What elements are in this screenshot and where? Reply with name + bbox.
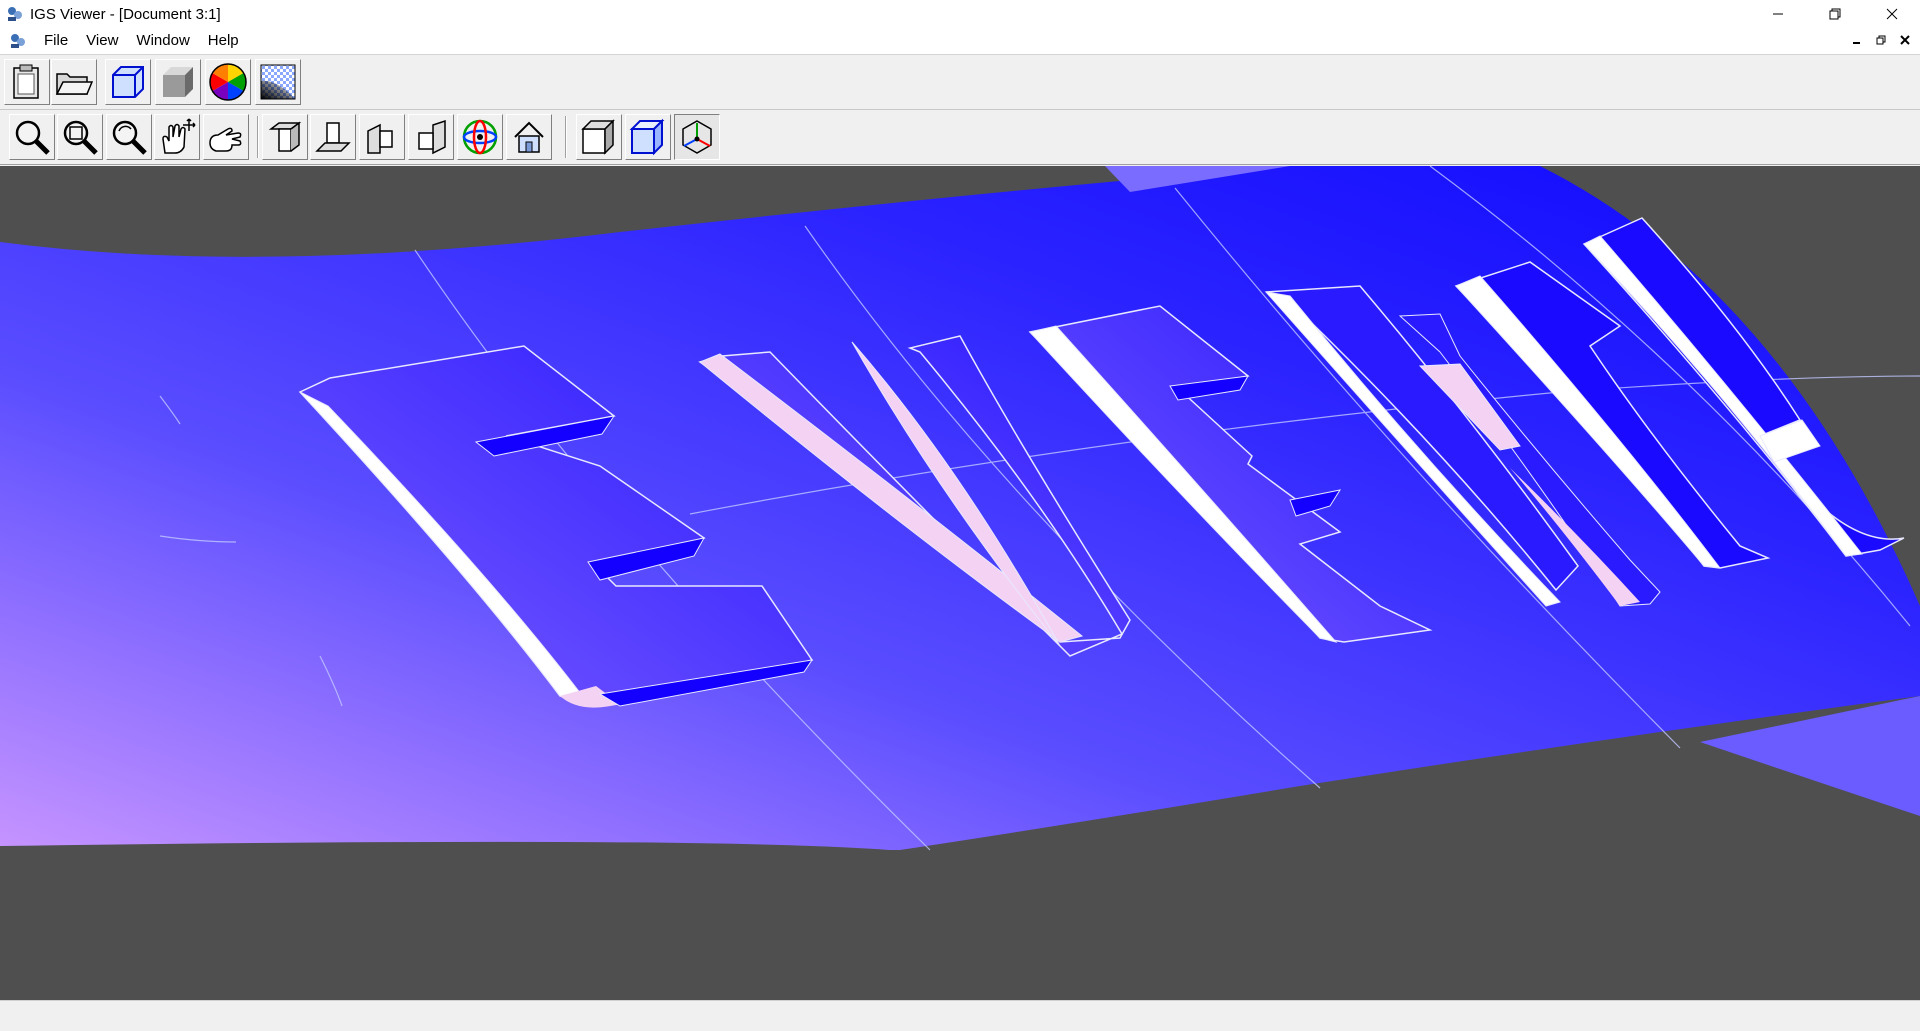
view-right-button[interactable] [408, 114, 454, 160]
view-side-icon [367, 123, 393, 154]
view-toolbar [0, 110, 1920, 165]
shaded-box-icon [163, 67, 193, 97]
open-button[interactable] [51, 59, 97, 105]
home-button[interactable] [506, 114, 552, 160]
view-top-button[interactable] [262, 114, 308, 160]
solid-mode-icon [581, 119, 615, 155]
orbit-icon [462, 119, 498, 155]
pan-icon [162, 118, 196, 154]
menu-file[interactable]: File [35, 28, 77, 54]
window-controls [1749, 0, 1920, 28]
close-icon [1900, 35, 1910, 45]
menu-window[interactable]: Window [127, 28, 198, 54]
document-icon[interactable] [9, 32, 27, 50]
view-front-button[interactable] [310, 114, 356, 160]
texture-button[interactable] [255, 59, 301, 105]
rotate-hand-icon [209, 127, 242, 152]
doc-close-button[interactable] [1896, 32, 1914, 48]
axes-mode-button[interactable] [674, 114, 720, 160]
doc-minimize-button[interactable] [1848, 32, 1866, 48]
wireframe-box-icon [112, 66, 144, 98]
model-render[interactable] [0, 166, 1920, 1000]
axes-mode-icon [682, 120, 712, 154]
zoom-dynamic-button[interactable] [106, 114, 152, 160]
minimize-icon [1772, 13, 1783, 15]
wire-mode-icon [629, 118, 665, 156]
main-toolbar [0, 55, 1920, 110]
restore-button[interactable] [1806, 0, 1863, 28]
restore-icon [1829, 8, 1840, 20]
view-right-icon [418, 119, 446, 155]
view-front-icon [315, 122, 351, 152]
shaded-button[interactable] [155, 59, 201, 105]
color-wheel-icon [209, 63, 247, 101]
clipboard-icon [13, 64, 39, 99]
orbit-button[interactable] [457, 114, 503, 160]
view-top-icon [268, 121, 302, 152]
document-window-controls [1848, 32, 1914, 48]
paste-button[interactable] [4, 59, 50, 105]
minimize-icon [1853, 42, 1860, 44]
menu-view[interactable]: View [77, 28, 127, 54]
zoom-dynamic-icon [112, 120, 147, 155]
close-button[interactable] [1863, 0, 1920, 28]
menu-bar: File View Window Help [0, 28, 1920, 55]
3d-viewport[interactable] [0, 166, 1920, 1000]
zoom-window-icon [63, 120, 98, 155]
status-bar [0, 1000, 1920, 1031]
solid-mode-button[interactable] [576, 114, 622, 160]
zoom-icon [15, 120, 50, 155]
toolbar-separator [257, 116, 259, 158]
wireframe-button[interactable] [105, 59, 151, 105]
minimize-button[interactable] [1749, 0, 1806, 28]
doc-restore-button[interactable] [1872, 32, 1890, 48]
color-button[interactable] [205, 59, 251, 105]
title-bar: IGS Viewer - [Document 3:1] [0, 0, 1920, 28]
zoom-window-button[interactable] [57, 114, 103, 160]
zoom-button[interactable] [9, 114, 55, 160]
view-side-button[interactable] [359, 114, 405, 160]
wire-mode-button[interactable] [625, 114, 671, 160]
close-icon [1886, 8, 1897, 20]
restore-icon [1876, 35, 1886, 45]
texture-icon [260, 64, 296, 100]
open-folder-icon [55, 73, 93, 95]
home-icon [514, 121, 544, 153]
rotate-button[interactable] [203, 114, 249, 160]
app-icon [8, 7, 22, 21]
window-title: IGS Viewer - [Document 3:1] [30, 5, 221, 23]
pan-button[interactable] [154, 114, 200, 160]
menu-help[interactable]: Help [199, 28, 248, 54]
toolbar-separator [565, 116, 567, 158]
